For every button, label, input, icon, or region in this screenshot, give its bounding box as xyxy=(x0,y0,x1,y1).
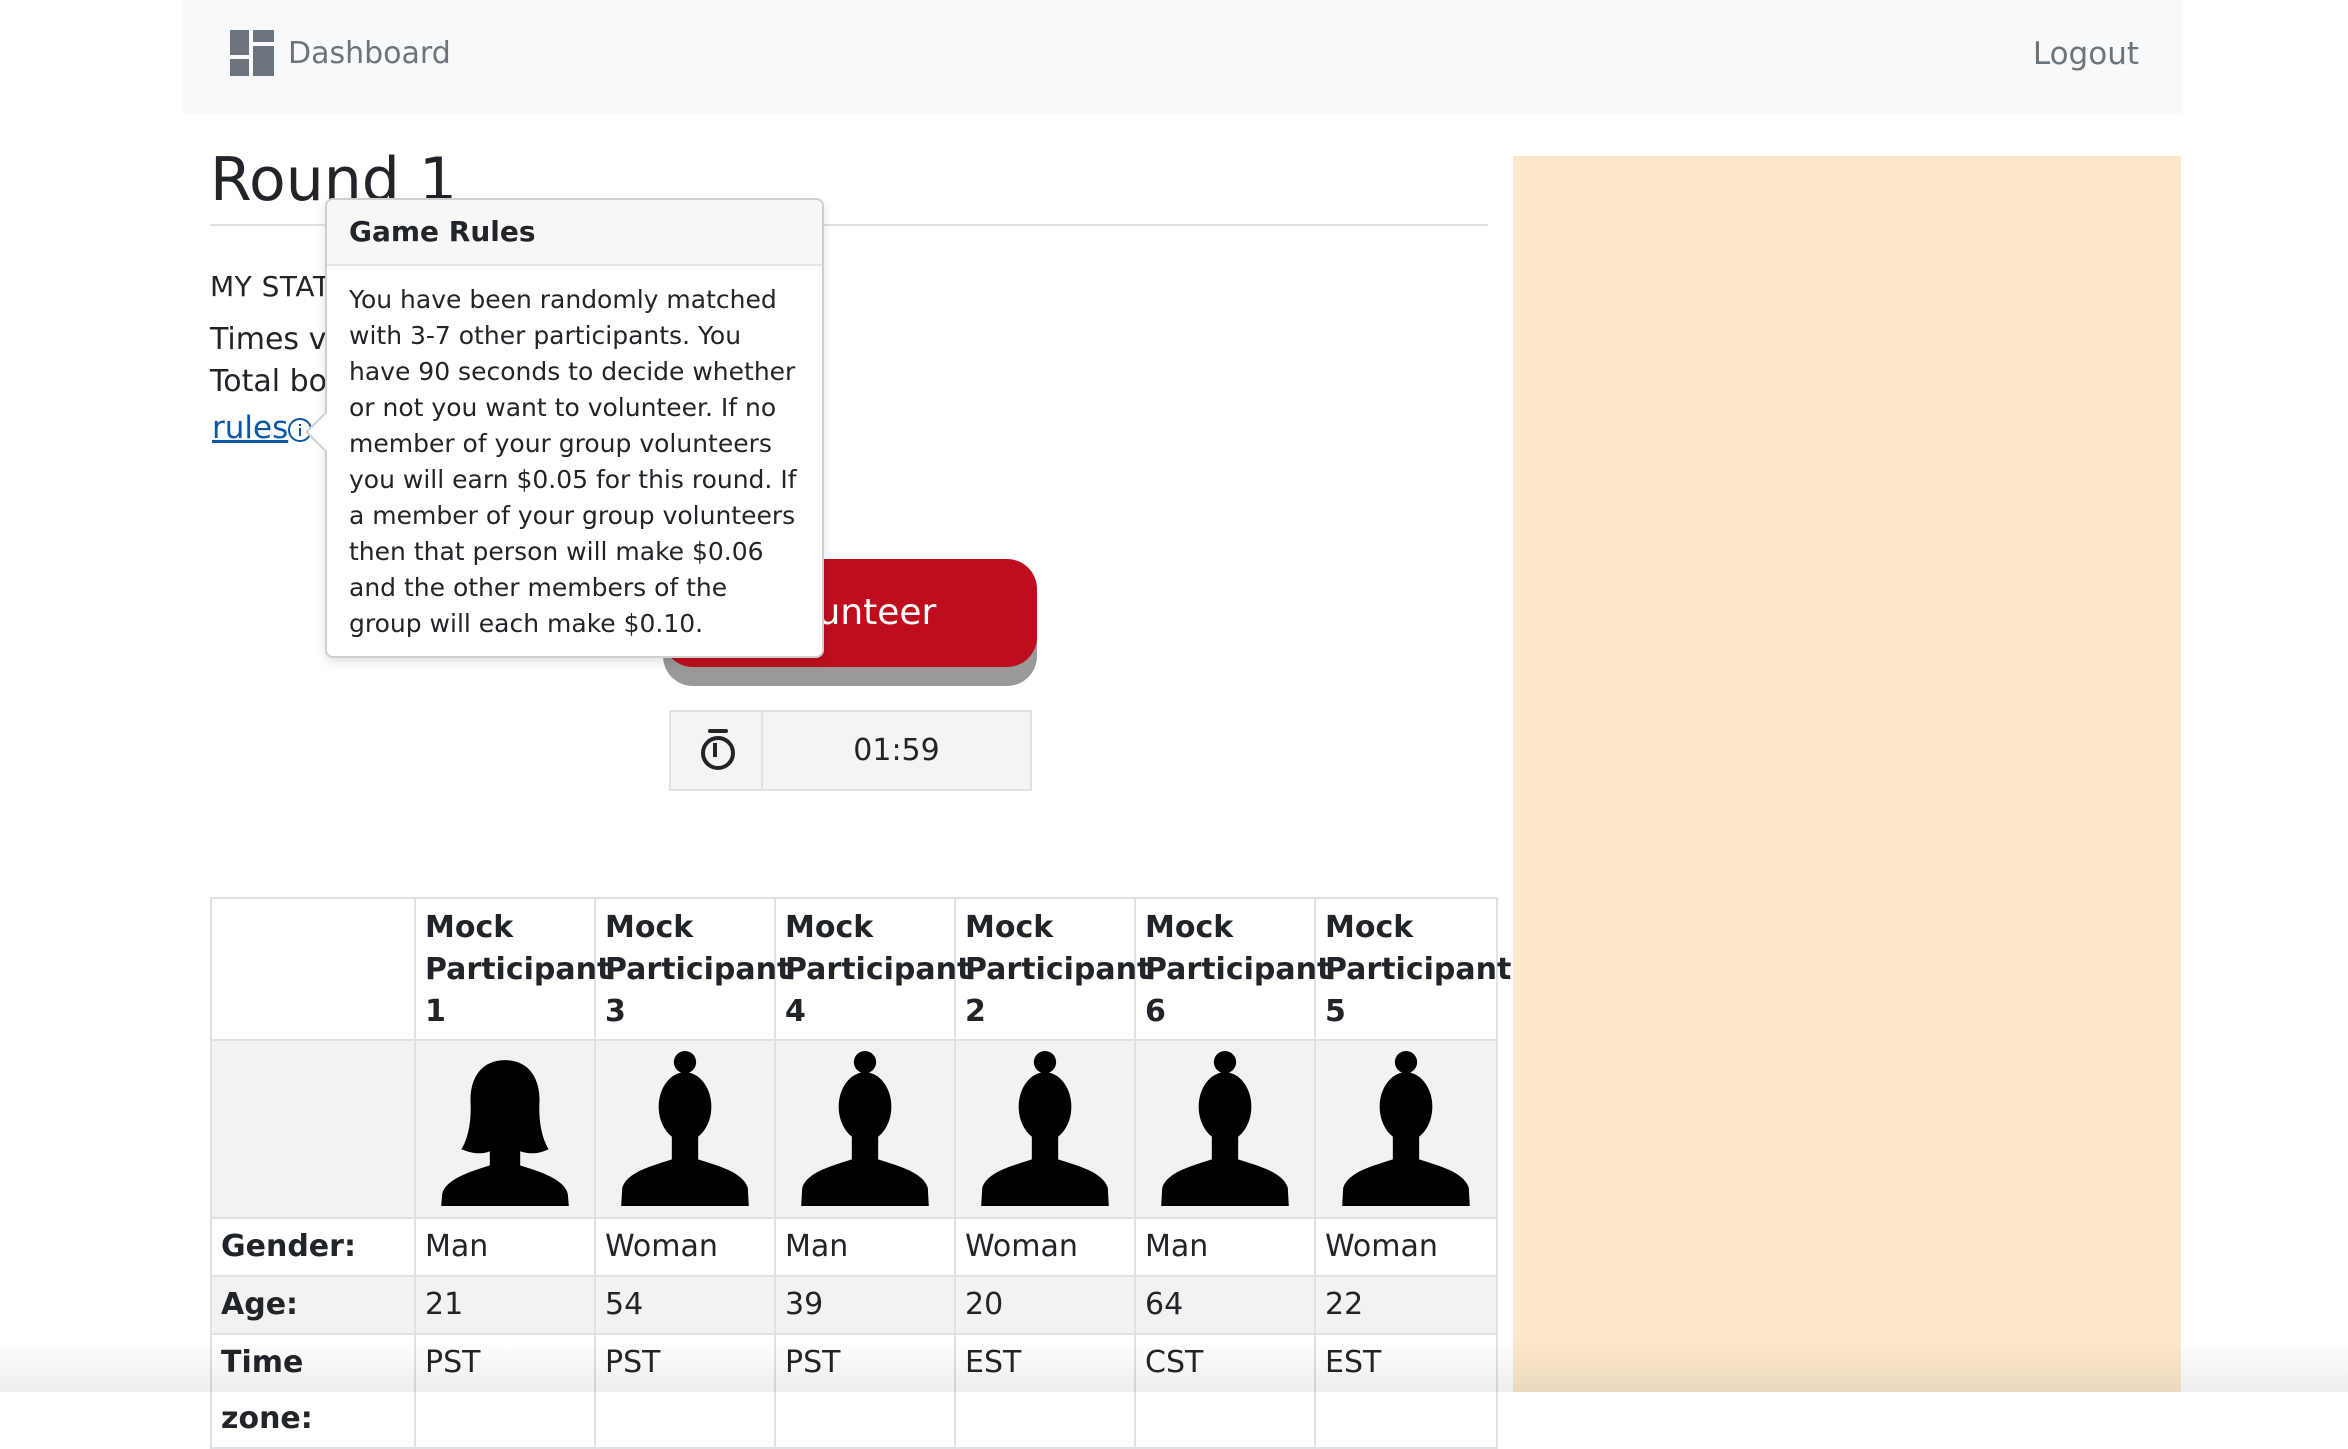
timezone-cell: PST xyxy=(594,1333,776,1449)
avatar-cell xyxy=(594,1039,776,1219)
participant-name-header: Mock Participant 1 xyxy=(414,897,611,1041)
gender-cell: Woman xyxy=(954,1217,1136,1277)
participant-name-header: Mock Participant 6 xyxy=(1134,897,1331,1041)
participant-name-header: Mock Participant 5 xyxy=(1314,897,1511,1041)
avatar-cell xyxy=(774,1039,956,1219)
dashboard-link[interactable]: Dashboard xyxy=(230,30,451,76)
timezone-cell: PST xyxy=(414,1333,596,1449)
age-cell: 20 xyxy=(954,1275,1136,1335)
avatar-cell xyxy=(414,1039,596,1219)
my-stats-heading: MY STAT xyxy=(210,270,331,303)
avatar-cell xyxy=(1134,1039,1316,1219)
gender-row: Gender: Man Woman Man Woman Man Woman xyxy=(210,1217,1498,1277)
timezone-cell: EST xyxy=(1314,1333,1498,1449)
total-bonus-label: Total bo xyxy=(210,364,327,399)
avatar-bun-icon xyxy=(981,1051,1109,1206)
age-cell: 54 xyxy=(594,1275,776,1335)
table-corner-cell xyxy=(210,897,416,1041)
popover-body: You have been randomly matched with 3-7 … xyxy=(349,285,797,638)
age-cell: 21 xyxy=(414,1275,596,1335)
avatar-cell xyxy=(1314,1039,1498,1219)
participant-name-header: Mock Participant 2 xyxy=(954,897,1151,1041)
age-label: Age: xyxy=(210,1275,416,1335)
logout-link[interactable]: Logout xyxy=(2033,36,2139,72)
rules-link[interactable]: rules xyxy=(212,410,288,446)
popover-title: Game Rules xyxy=(327,200,822,266)
gender-cell: Man xyxy=(414,1217,596,1277)
gender-label: Gender: xyxy=(210,1217,416,1277)
age-row: Age: 21 54 39 20 64 22 xyxy=(210,1275,1498,1335)
age-cell: 39 xyxy=(774,1275,956,1335)
age-cell: 64 xyxy=(1134,1275,1316,1335)
timezone-row: Time zone: PST PST PST EST CST EST xyxy=(210,1333,1498,1449)
dashboard-label: Dashboard xyxy=(288,35,451,71)
participant-name-header: Mock Participant 3 xyxy=(594,897,791,1041)
avatar-row xyxy=(210,1039,1498,1219)
countdown-timer: 01:59 xyxy=(669,710,1032,791)
avatar-bun-icon xyxy=(1161,1051,1289,1206)
avatar-bun-icon xyxy=(621,1051,749,1206)
age-cell: 22 xyxy=(1314,1275,1498,1335)
timezone-cell: PST xyxy=(774,1333,956,1449)
gender-cell: Man xyxy=(1134,1217,1316,1277)
avatar-bun-icon xyxy=(801,1051,929,1206)
participants-table: Mock Participant 1 Mock Participant 3 Mo… xyxy=(210,897,1511,1449)
dashboard-grid-icon xyxy=(230,30,274,76)
timezone-label: Time zone: xyxy=(210,1333,416,1449)
avatar-bun-icon xyxy=(1342,1051,1470,1206)
table-header-row: Mock Participant 1 Mock Participant 3 Mo… xyxy=(210,897,1511,1041)
timer-value: 01:59 xyxy=(853,733,940,768)
side-panel xyxy=(1513,156,2181,1392)
gender-cell: Woman xyxy=(594,1217,776,1277)
gender-cell: Man xyxy=(774,1217,956,1277)
timezone-cell: CST xyxy=(1134,1333,1316,1449)
participant-name-header: Mock Participant 4 xyxy=(774,897,971,1041)
timezone-cell: EST xyxy=(954,1333,1136,1449)
table-row-label xyxy=(210,1039,416,1219)
gender-cell: Woman xyxy=(1314,1217,1498,1277)
stopwatch-icon xyxy=(671,712,763,789)
game-rules-popover: Game Rules You have been randomly matche… xyxy=(305,198,824,658)
avatar-cell xyxy=(954,1039,1136,1219)
avatar-long-hair-icon xyxy=(441,1060,569,1206)
navbar: Dashboard Logout xyxy=(182,0,2183,113)
